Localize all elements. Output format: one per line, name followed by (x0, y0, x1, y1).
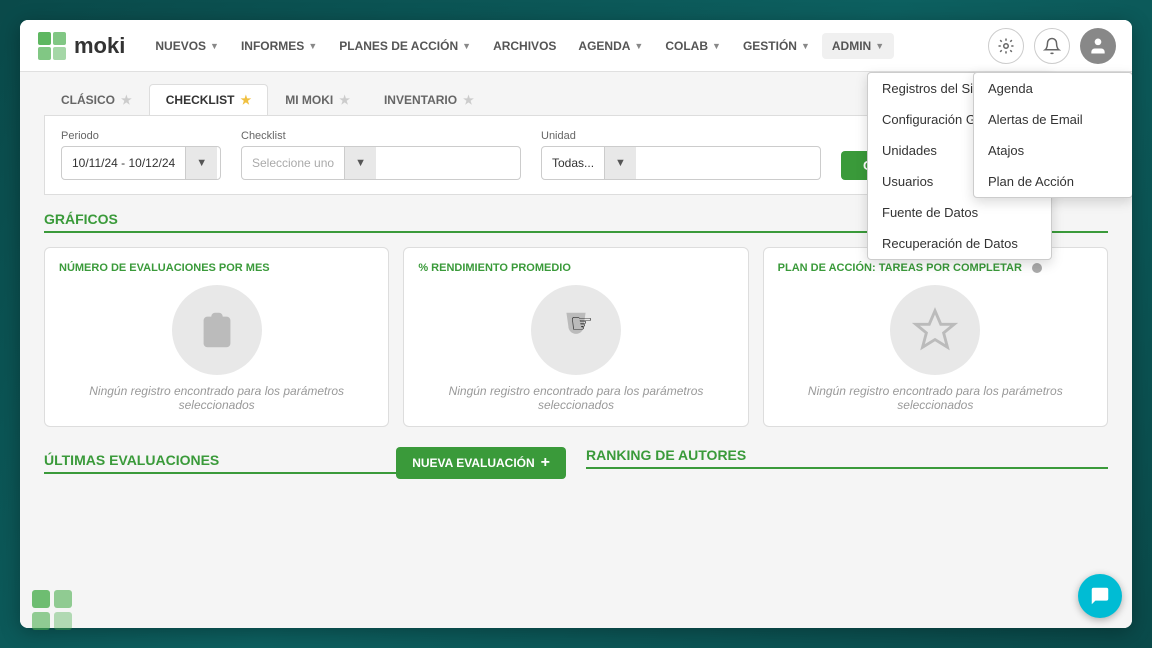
periodo-select[interactable]: 10/11/24 - 10/12/24 ▼ (61, 146, 221, 180)
tab-inventario[interactable]: INVENTARIO ★ (367, 84, 491, 115)
nav-item-planes[interactable]: PLANES DE ACCIÓN ▼ (329, 33, 481, 59)
nav-item-archivos[interactable]: ARCHIVOS (483, 33, 566, 59)
info-dot (1032, 263, 1042, 273)
unidad-dropdown-btn[interactable]: ▼ (604, 147, 636, 179)
unidad-select[interactable]: Todas... ▼ (541, 146, 821, 180)
registros-sub-atajos[interactable]: Atajos (974, 135, 1132, 166)
chat-button[interactable] (1078, 574, 1122, 618)
logo-icon (36, 30, 68, 62)
notification-icon-btn[interactable] (1034, 28, 1070, 64)
filter-periodo: Periodo 10/11/24 - 10/12/24 ▼ (61, 130, 221, 180)
checklist-placeholder: Seleccione uno (242, 150, 344, 176)
settings-icon-btn[interactable] (988, 28, 1024, 64)
card-plan-accion: PLAN DE ACCIÓN: TAREAS POR COMPLETAR Nin… (763, 247, 1108, 427)
app-window: moki NUEVOS ▼ INFORMES ▼ PLANES DE ACCIÓ… (20, 20, 1132, 628)
tab-mi-moki[interactable]: MI MOKI ★ (268, 84, 367, 115)
nav-items: NUEVOS ▼ INFORMES ▼ PLANES DE ACCIÓN ▼ A… (145, 33, 988, 59)
admin-menu-recuperacion[interactable]: Recuperación de Datos (868, 228, 1051, 259)
ultimas-section-title: ÚLTIMAS EVALUACIONES (44, 452, 396, 474)
star-icon: ★ (121, 93, 132, 107)
card-evaluaciones-title: NÚMERO DE EVALUACIONES POR MES (59, 262, 374, 274)
registros-sub-agenda[interactable]: Agenda (974, 73, 1132, 104)
registros-submenu: Agenda Alertas de Email Atajos Plan de A… (973, 72, 1132, 198)
star-icon: ★ (339, 93, 350, 107)
nav-item-agenda[interactable]: AGENDA ▼ (568, 33, 653, 59)
nueva-evaluacion-button[interactable]: NUEVA EVALUACIÓN + (396, 447, 566, 479)
avatar[interactable] (1080, 28, 1116, 64)
logo: moki (36, 30, 125, 62)
card-evaluaciones-empty: Ningún registro encontrado para los pará… (59, 384, 374, 412)
chevron-down-icon: ▼ (712, 41, 721, 51)
unidad-label: Unidad (541, 130, 821, 142)
chevron-down-icon: ▼ (634, 41, 643, 51)
nav-item-informes[interactable]: INFORMES ▼ (231, 33, 327, 59)
bottom-section: ÚLTIMAS EVALUACIONES NUEVA EVALUACIÓN + … (44, 447, 1108, 487)
nav-item-gestion[interactable]: GESTIÓN ▼ (733, 33, 820, 59)
card-rendimiento-icon-area (418, 284, 733, 376)
checklist-label: Checklist (241, 130, 521, 142)
nav-right (988, 28, 1116, 64)
list-icon (172, 285, 262, 375)
card-rendimiento-empty: Ningún registro encontrado para los pará… (418, 384, 733, 412)
bottom-left: ÚLTIMAS EVALUACIONES NUEVA EVALUACIÓN + (44, 447, 566, 487)
star-icon: ★ (463, 93, 474, 107)
card-evaluaciones: NÚMERO DE EVALUACIONES POR MES Ningún re… (44, 247, 389, 427)
registros-sub-alertas[interactable]: Alertas de Email (974, 104, 1132, 135)
chevron-down-icon: ▼ (210, 41, 219, 51)
nav-item-admin[interactable]: ADMIN ▼ (822, 33, 894, 59)
checklist-dropdown-btn[interactable]: ▼ (344, 147, 376, 179)
periodo-dropdown-btn[interactable]: ▼ (185, 147, 217, 179)
card-evaluaciones-icon-area (59, 284, 374, 376)
bottom-right: RANKING DE AUTORES (586, 447, 1108, 483)
filter-checklist: Checklist Seleccione uno ▼ (241, 130, 521, 180)
chevron-down-icon: ▼ (308, 41, 317, 51)
card-rendimiento-title: % RENDIMIENTO PROMEDIO (418, 262, 733, 274)
periodo-label: Periodo (61, 130, 221, 142)
logo-text: moki (74, 33, 125, 59)
target-icon (890, 285, 980, 375)
admin-menu-fuente[interactable]: Fuente de Datos (868, 197, 1051, 228)
tab-checklist[interactable]: CHECKLIST ★ (149, 84, 268, 115)
chevron-down-icon: ▼ (462, 41, 471, 51)
bottom-logo (30, 588, 74, 632)
ranking-section-title: RANKING DE AUTORES (586, 447, 1108, 469)
nav-item-colab[interactable]: COLAB ▼ (655, 33, 731, 59)
cards-grid: NÚMERO DE EVALUACIONES POR MES Ningún re… (44, 247, 1108, 427)
ultimas-header: ÚLTIMAS EVALUACIONES NUEVA EVALUACIÓN + (44, 447, 566, 479)
plus-icon: + (541, 454, 550, 472)
star-icon: ★ (240, 93, 251, 107)
nav-item-nuevos[interactable]: NUEVOS ▼ (145, 33, 229, 59)
unidad-value: Todas... (542, 150, 604, 176)
checklist-select[interactable]: Seleccione uno ▼ (241, 146, 521, 180)
card-plan-accion-title: PLAN DE ACCIÓN: TAREAS POR COMPLETAR (778, 262, 1093, 274)
periodo-value: 10/11/24 - 10/12/24 (62, 150, 185, 176)
registros-sub-plan[interactable]: Plan de Acción (974, 166, 1132, 197)
tab-clasico[interactable]: CLÁSICO ★ (44, 84, 149, 115)
trophy-icon (531, 285, 621, 375)
filter-unidad: Unidad Todas... ▼ (541, 130, 821, 180)
chevron-down-icon: ▼ (801, 41, 810, 51)
card-rendimiento: % RENDIMIENTO PROMEDIO Ningún registro e… (403, 247, 748, 427)
chevron-down-icon: ▼ (875, 41, 884, 51)
navbar: moki NUEVOS ▼ INFORMES ▼ PLANES DE ACCIÓ… (20, 20, 1132, 72)
card-plan-icon-area (778, 284, 1093, 376)
card-plan-empty: Ningún registro encontrado para los pará… (778, 384, 1093, 412)
